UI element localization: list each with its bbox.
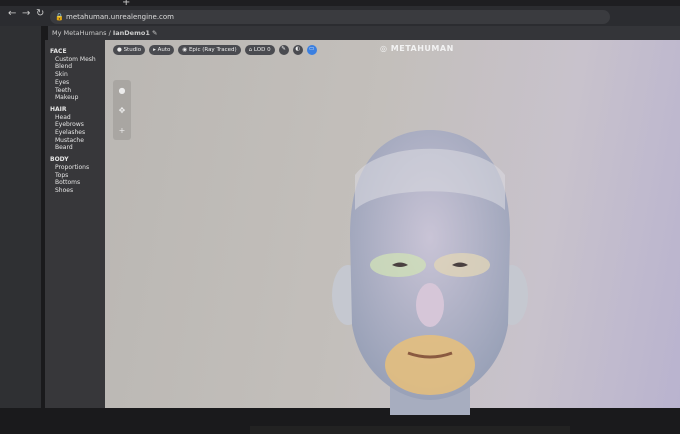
sidebar-item-custom-mesh[interactable]: Custom Mesh	[50, 56, 105, 64]
breadcrumb: My MetaHumans / IanDemo1 ✎	[48, 26, 680, 40]
lod-label: LOD 0	[253, 47, 271, 53]
viewport[interactable]: ● Studio ▸ Auto ◉ Epic (Ray Traced) ⌂ LO…	[105, 40, 680, 415]
sidebar-item-shoes[interactable]: Shoes	[50, 187, 105, 195]
sidebar-item-mustache[interactable]: Mustache	[50, 137, 105, 145]
auto-button[interactable]: ▸ Auto	[149, 45, 175, 55]
sidebar-section-face: FACE	[50, 48, 67, 55]
new-tab-button[interactable]: +	[122, 0, 130, 8]
edit-icon[interactable]: ✎	[152, 29, 157, 37]
mouth-area	[385, 335, 475, 395]
sidebar-item-eyes[interactable]: Eyes	[50, 79, 105, 87]
browser-bar: ← → ↻ + 🔒 metahuman.unrealengine.com	[0, 0, 680, 26]
breadcrumb-separator: /	[108, 29, 111, 37]
viewport-tools: ● ✥ +	[113, 80, 131, 140]
sidebar-item-blend[interactable]: Blend	[50, 63, 105, 71]
lock-icon: 🔒	[55, 13, 64, 21]
metahuman-logo: ◎ METAHUMAN	[380, 44, 454, 53]
breadcrumb-current: IanDemo1	[112, 29, 150, 37]
sidebar-section-hair: HAIR	[50, 105, 67, 113]
nose	[416, 283, 444, 327]
light-icon[interactable]: ●	[119, 86, 126, 95]
camera-icon[interactable]: ◐	[292, 45, 303, 55]
sidebar-item-tops[interactable]: Tops	[50, 172, 105, 180]
sidebar-item-eyelashes[interactable]: Eyelashes	[50, 129, 105, 137]
taskbar	[250, 426, 570, 434]
sidebar-item-proportions[interactable]: Proportions	[50, 164, 105, 172]
display-icon[interactable]: ▭	[306, 45, 317, 55]
sidebar: FACE Custom Mesh Blend Skin Eyes Teeth Makeup H…	[45, 40, 105, 408]
sidebar-item-eyebrows[interactable]: Eyebrows	[50, 121, 105, 129]
zoom-icon[interactable]: +	[119, 126, 126, 135]
right-panel	[620, 60, 680, 360]
breadcrumb-root[interactable]: My MetaHumans	[52, 29, 107, 37]
metahuman-app: My MetaHumans / IanDemo1 ✎ FACE Custom Me…	[0, 26, 680, 434]
sidebar-item-bottoms[interactable]: Bottoms	[50, 179, 105, 187]
forward-button[interactable]: →	[22, 8, 30, 19]
reload-button[interactable]: ↻	[36, 8, 44, 19]
back-button[interactable]: ←	[8, 8, 16, 19]
quality-label: Epic (Ray Traced)	[188, 47, 237, 53]
studio-label: Studio	[123, 47, 142, 53]
sidebar-section-body: BODY	[50, 156, 69, 164]
quality-button[interactable]: ◉ Epic (Ray Traced)	[178, 45, 241, 55]
move-icon[interactable]: ✥	[119, 106, 126, 115]
studio-button[interactable]: ● Studio	[113, 45, 146, 55]
pencil-icon[interactable]: ✎	[278, 45, 289, 55]
sidebar-item-head[interactable]: Head	[50, 114, 105, 122]
sidebar-item-beard[interactable]: Beard	[50, 144, 105, 152]
auto-label: Auto	[157, 47, 171, 53]
metahuman-head[interactable]	[310, 115, 550, 415]
sidebar-item-skin[interactable]: Skin	[50, 71, 105, 79]
url-text: metahuman.unrealengine.com	[66, 13, 174, 21]
lod-button[interactable]: ⌂ LOD 0	[244, 45, 275, 55]
address-bar[interactable]: 🔒 metahuman.unrealengine.com	[50, 10, 610, 24]
tab-strip	[0, 0, 680, 6]
logo-text: METAHUMAN	[390, 44, 454, 53]
sidebar-item-teeth[interactable]: Teeth	[50, 87, 105, 95]
sidebar-item-makeup[interactable]: Makeup	[50, 94, 105, 102]
viewport-toolbar: ● Studio ▸ Auto ◉ Epic (Ray Traced) ⌂ LO…	[113, 45, 317, 55]
